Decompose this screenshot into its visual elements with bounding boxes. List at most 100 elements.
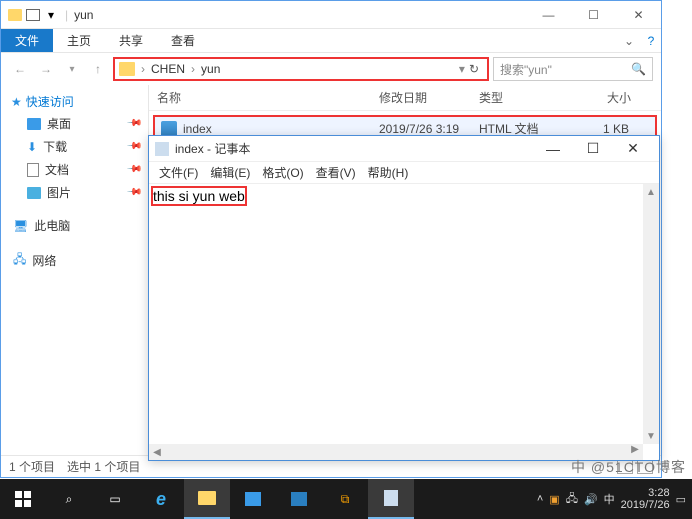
sidebar-this-pc[interactable]: 🖥此电脑 (5, 214, 144, 237)
folder-icon (198, 491, 216, 505)
ie-icon: e (156, 489, 166, 510)
maximize-button[interactable]: ☐ (571, 1, 616, 29)
star-icon: ★ (11, 95, 22, 109)
folder-icon (119, 62, 135, 76)
downloads-icon: ⬇ (27, 140, 37, 154)
desktop-icon (27, 118, 41, 130)
col-name[interactable]: 名称 (149, 89, 379, 106)
notepad-menubar: 文件(F) 编辑(E) 格式(O) 查看(V) 帮助(H) (149, 162, 659, 184)
notifications-icon[interactable]: ▭ (676, 493, 686, 506)
refresh-icon[interactable]: ↻ (465, 62, 483, 76)
close-button[interactable]: ✕ (613, 136, 653, 162)
col-date[interactable]: 修改日期 (379, 89, 479, 106)
scrollbar-horizontal[interactable]: ◀▶ (149, 444, 643, 460)
sidebar-item-pictures[interactable]: 图片📌 (5, 181, 144, 204)
file-date: 2019/7/26 3:19 (379, 122, 479, 136)
up-button[interactable]: ↑ (87, 58, 109, 80)
ime-indicator[interactable]: 中 (604, 491, 615, 507)
tab-share[interactable]: 共享 (105, 29, 157, 52)
sidebar-quick-access[interactable]: ★ 快速访问 (5, 91, 144, 112)
history-dropdown[interactable]: ▾ (61, 58, 83, 80)
pin-icon: 📌 (125, 161, 142, 178)
qat-dropdown-icon[interactable]: ▾ (43, 7, 59, 23)
minimize-button[interactable]: — (533, 136, 573, 162)
sidebar-network[interactable]: 🖧网络 (5, 247, 144, 274)
tab-file[interactable]: 文件 (1, 29, 53, 52)
status-selected: 选中 1 个项目 (67, 458, 140, 475)
help-icon[interactable]: ? (641, 34, 661, 48)
scroll-down-icon[interactable]: ▼ (643, 428, 659, 444)
back-button[interactable]: ← (9, 58, 31, 80)
taskbar-app2[interactable]: ⧉ (322, 479, 368, 519)
clock-date: 2019/7/26 (621, 499, 670, 511)
tab-home[interactable]: 主页 (53, 29, 105, 52)
search-button[interactable]: ⌕ (46, 479, 92, 519)
search-icon: ⌕ (66, 492, 73, 507)
chevron-right-icon: › (139, 62, 147, 76)
maximize-button[interactable]: ☐ (573, 136, 613, 162)
scrollbar-vertical[interactable]: ▲▼ (643, 184, 659, 444)
taskview-button[interactable]: ▭ (92, 479, 138, 519)
breadcrumb-item[interactable]: yun (197, 62, 224, 76)
taskbar-clock[interactable]: 3:28 2019/7/26 (621, 487, 670, 511)
status-count: 1 个项目 (9, 458, 55, 475)
notepad-window: index - 记事本 — ☐ ✕ 文件(F) 编辑(E) 格式(O) 查看(V… (148, 135, 660, 461)
search-input[interactable]: 搜索"yun" 🔍 (493, 57, 653, 81)
tray-expand-icon[interactable]: ˄ (537, 493, 543, 505)
tab-view[interactable]: 查看 (157, 29, 209, 52)
notepad-title: index - 记事本 (175, 140, 533, 157)
scroll-right-icon[interactable]: ▶ (627, 444, 643, 455)
app-icon (291, 492, 307, 506)
menu-format[interactable]: 格式(O) (258, 164, 307, 181)
taskbar-notepad[interactable] (368, 479, 414, 519)
notepad-icon (155, 142, 169, 156)
menu-help[interactable]: 帮助(H) (364, 164, 413, 181)
breadcrumb-item[interactable]: CHEN (147, 62, 189, 76)
store-icon (245, 492, 261, 506)
window-title: yun (68, 8, 526, 22)
qat-icon[interactable] (25, 7, 41, 23)
close-button[interactable]: ✕ (616, 1, 661, 29)
sidebar-item-desktop[interactable]: 桌面📌 (5, 112, 144, 135)
clock-time: 3:28 (621, 487, 670, 499)
col-type[interactable]: 类型 (479, 89, 579, 106)
pin-icon: 📌 (125, 184, 142, 201)
taskbar-explorer[interactable] (184, 479, 230, 519)
pin-icon: 📌 (125, 138, 142, 155)
notepad-titlebar: index - 记事本 — ☐ ✕ (149, 136, 659, 162)
titlebar: ▾ | yun — ☐ ✕ (1, 1, 661, 29)
pc-icon: 🖥 (13, 219, 28, 233)
menu-file[interactable]: 文件(F) (155, 164, 202, 181)
search-placeholder: 搜索"yun" (500, 61, 552, 78)
network-icon: 🖧 (13, 250, 26, 271)
scroll-left-icon[interactable]: ◀ (149, 447, 165, 458)
watermark: 中 @51CTO博客 (571, 457, 686, 477)
taskbar-ie[interactable]: e (138, 479, 184, 519)
pin-icon: 📌 (125, 115, 142, 132)
tray-volume-icon[interactable]: 🔊 (584, 493, 598, 506)
taskbar: ⌕ ▭ e ⧉ ˄ ▣ 🖧 🔊 中 3:28 2019/7/26 ▭ (0, 479, 692, 519)
chevron-right-icon: › (189, 62, 197, 76)
sidebar-item-downloads[interactable]: ⬇下载📌 (5, 135, 144, 158)
nav-pane: ★ 快速访问 桌面📌 ⬇下载📌 文档📌 图片📌 🖥此电脑 🖧网络 (1, 85, 149, 455)
forward-button[interactable]: → (35, 58, 57, 80)
col-size[interactable]: 大小 (579, 89, 639, 106)
notepad-textarea[interactable]: this si yun web ▲▼ ◀▶ (149, 184, 659, 460)
app-icon: ⧉ (341, 492, 350, 507)
menu-view[interactable]: 查看(V) (312, 164, 360, 181)
taskview-icon: ▭ (109, 492, 120, 506)
scroll-up-icon[interactable]: ▲ (643, 184, 659, 200)
tray-icon[interactable]: ▣ (549, 493, 559, 506)
address-bar[interactable]: › CHEN › yun ▾ ↻ (113, 57, 489, 81)
sidebar-item-documents[interactable]: 文档📌 (5, 158, 144, 181)
menu-edit[interactable]: 编辑(E) (206, 164, 254, 181)
taskbar-store[interactable] (230, 479, 276, 519)
windows-icon (15, 491, 31, 507)
folder-icon (7, 7, 23, 23)
start-button[interactable] (0, 479, 46, 519)
ribbon-tabs: 文件 主页 共享 查看 ⌄ ? (1, 29, 661, 53)
ribbon-expand-icon[interactable]: ⌄ (617, 34, 641, 48)
taskbar-app[interactable] (276, 479, 322, 519)
minimize-button[interactable]: — (526, 1, 571, 29)
tray-network-icon[interactable]: 🖧 (566, 490, 578, 509)
